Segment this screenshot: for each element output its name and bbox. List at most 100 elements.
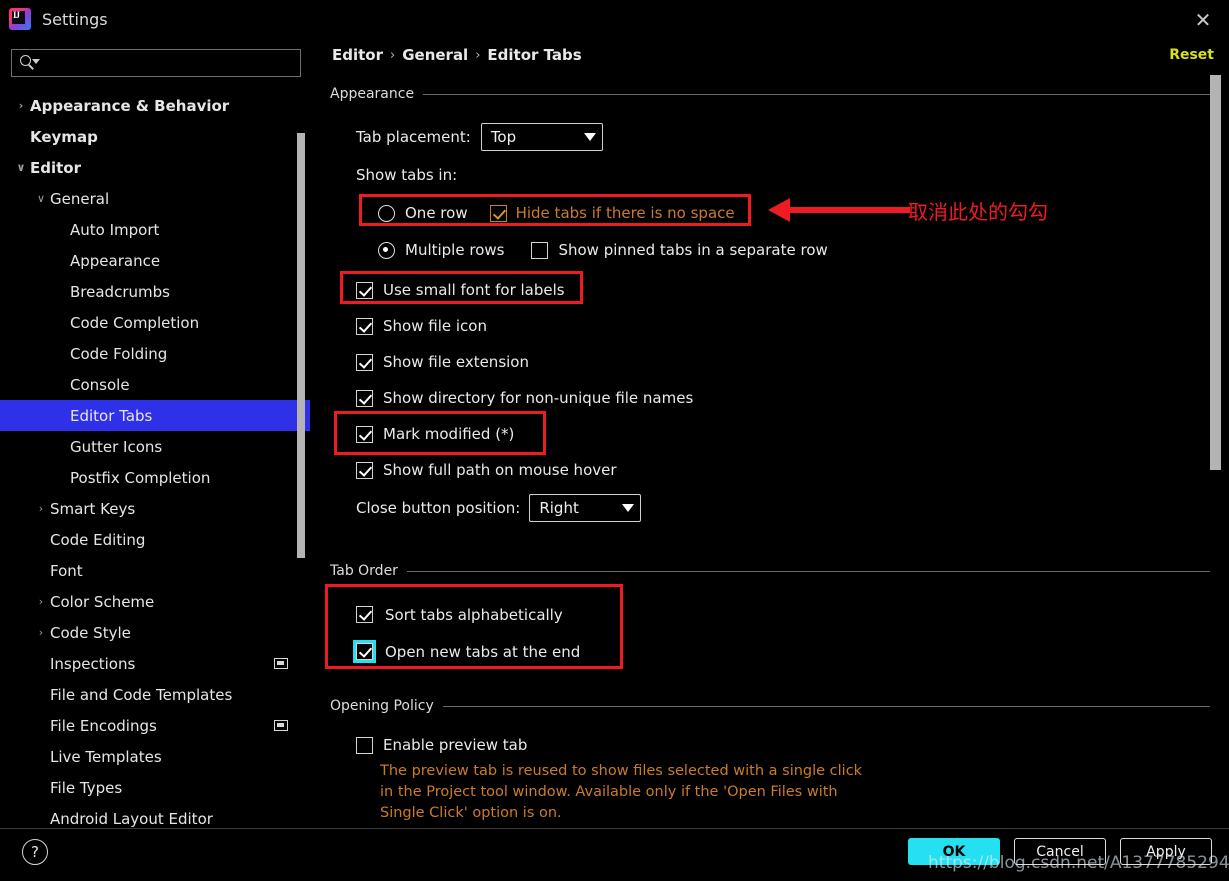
tab-placement-select[interactable]: Top bbox=[480, 123, 603, 151]
sidebar-item-label: Keymap bbox=[30, 127, 98, 146]
show-full-path-on-mouse-hover-checkbox[interactable] bbox=[356, 461, 373, 479]
group-divider bbox=[406, 570, 1210, 572]
sidebar-item-label: Postfix Completion bbox=[70, 468, 211, 487]
tab-order-group-title: Tab Order bbox=[330, 563, 398, 579]
appearance-group-header: Appearance bbox=[330, 86, 1210, 102]
sidebar-item-android-layout-editor[interactable]: Android Layout Editor bbox=[0, 803, 310, 828]
chevron-down-icon[interactable]: ∨ bbox=[12, 161, 30, 174]
window-title: Settings bbox=[42, 9, 108, 29]
sidebar-item-appearance-behavior[interactable]: › Appearance & Behavior bbox=[0, 90, 310, 121]
sidebar-item-code-editing[interactable]: Code Editing bbox=[0, 524, 310, 555]
close-button-position-select[interactable]: Right bbox=[529, 494, 642, 522]
sidebar-item-color-scheme[interactable]: › Color Scheme bbox=[0, 586, 310, 617]
sidebar-item-smart-keys[interactable]: › Smart Keys bbox=[0, 493, 310, 524]
chevron-down-icon bbox=[622, 504, 635, 512]
chevron-right-icon[interactable]: › bbox=[12, 99, 30, 112]
sidebar-item-editor-tabs[interactable]: Editor Tabs bbox=[0, 400, 310, 431]
tab-placement-label: Tab placement: bbox=[356, 128, 471, 146]
sort-tabs-alphabetically-checkbox[interactable] bbox=[356, 606, 373, 623]
enable-preview-tab-label: Enable preview tab bbox=[383, 736, 528, 754]
breadcrumb-item-editor[interactable]: Editor bbox=[332, 46, 383, 64]
sidebar-item-file-encodings[interactable]: File Encodings bbox=[0, 710, 310, 741]
sidebar-item-appearance[interactable]: Appearance bbox=[0, 245, 310, 276]
one-row-radio[interactable] bbox=[378, 204, 395, 222]
hint-line: in the Project tool window. Available on… bbox=[380, 784, 838, 800]
mark-modified-checkbox[interactable] bbox=[356, 425, 373, 443]
sidebar-item-label: Android Layout Editor bbox=[50, 809, 213, 828]
sidebar-item-label: Console bbox=[70, 375, 130, 394]
group-divider bbox=[442, 705, 1210, 707]
sidebar-item-label: Live Templates bbox=[50, 747, 162, 766]
breadcrumb-item-general[interactable]: General bbox=[402, 46, 468, 64]
show-file-extension-checkbox[interactable] bbox=[356, 353, 373, 371]
sidebar-item-keymap[interactable]: Keymap bbox=[0, 121, 310, 152]
apply-button[interactable]: Apply bbox=[1120, 838, 1212, 865]
sidebar-item-console[interactable]: Console bbox=[0, 369, 310, 400]
show-full-path-on-mouse-hover-row: Show full path on mouse hover bbox=[356, 452, 693, 488]
cancel-button[interactable]: Cancel bbox=[1014, 838, 1106, 865]
chevron-down-icon[interactable]: ∨ bbox=[32, 192, 50, 205]
sidebar-item-editor[interactable]: ∨ Editor bbox=[0, 152, 310, 183]
sidebar-item-label: Smart Keys bbox=[50, 499, 136, 518]
show-file-icon-checkbox[interactable] bbox=[356, 317, 373, 335]
appearance-group-title: Appearance bbox=[330, 86, 415, 102]
sidebar-item-font[interactable]: Font bbox=[0, 555, 310, 586]
sidebar-item-inspections[interactable]: Inspections bbox=[0, 648, 310, 679]
ok-button[interactable]: OK bbox=[908, 838, 1000, 865]
show-directory-for-non-unique-file-names-checkbox[interactable] bbox=[356, 389, 373, 407]
sidebar-item-label: Color Scheme bbox=[50, 592, 155, 611]
sidebar-item-live-templates[interactable]: Live Templates bbox=[0, 741, 310, 772]
title-bar: IJ Settings ✕ bbox=[0, 0, 1229, 38]
tab-order-group: Tab Order bbox=[330, 563, 1210, 579]
search-input[interactable] bbox=[42, 55, 300, 71]
sidebar-item-label: Code Folding bbox=[70, 344, 168, 363]
sidebar-item-gutter-icons[interactable]: Gutter Icons bbox=[0, 431, 310, 462]
sidebar-item-label: File Encodings bbox=[50, 716, 157, 735]
sidebar-item-label: Code Completion bbox=[70, 313, 200, 332]
appearance-checkbox-list: Use small font for labels Show file icon S… bbox=[356, 272, 693, 488]
opening-policy-group: Opening Policy bbox=[330, 698, 1210, 714]
show-full-path-on-mouse-hover-label: Show full path on mouse hover bbox=[383, 461, 617, 479]
chevron-right-icon[interactable]: › bbox=[32, 595, 50, 608]
chevron-down-icon bbox=[583, 133, 596, 141]
search-box[interactable] bbox=[11, 49, 301, 77]
sidebar-item-file-types[interactable]: File Types bbox=[0, 772, 310, 803]
mark-modified-row: Mark modified (*) bbox=[356, 416, 693, 452]
hint-line: The preview tab is reused to show files … bbox=[380, 763, 863, 779]
search-icon bbox=[20, 55, 40, 71]
sidebar-item-label: File and Code Templates bbox=[50, 685, 233, 704]
open-new-tabs-at-the-end-checkbox[interactable] bbox=[353, 640, 376, 663]
enable-preview-tab-checkbox[interactable] bbox=[356, 736, 373, 754]
sidebar-item-code-folding[interactable]: Code Folding bbox=[0, 338, 310, 369]
hide-tabs-checkbox[interactable] bbox=[489, 204, 507, 222]
chevron-right-icon[interactable]: › bbox=[32, 502, 50, 515]
close-icon[interactable]: ✕ bbox=[1191, 8, 1215, 32]
use-small-font-for-labels-checkbox[interactable] bbox=[356, 281, 373, 299]
group-divider bbox=[423, 93, 1210, 95]
content-scrollbar-thumb[interactable] bbox=[1210, 75, 1221, 470]
one-row-label: One row bbox=[405, 204, 468, 222]
sidebar-item-label: Appearance & Behavior bbox=[30, 96, 230, 115]
breadcrumb-item-editor-tabs[interactable]: Editor Tabs bbox=[487, 46, 581, 64]
multiple-rows-radio[interactable] bbox=[378, 241, 395, 259]
help-icon[interactable]: ? bbox=[22, 839, 48, 865]
show-pinned-tabs-checkbox[interactable] bbox=[531, 241, 549, 259]
show-tabs-in-label: Show tabs in: bbox=[356, 166, 458, 184]
sidebar-item-code-style[interactable]: › Code Style bbox=[0, 617, 310, 648]
sidebar-item-code-completion[interactable]: Code Completion bbox=[0, 307, 310, 338]
chevron-right-icon[interactable]: › bbox=[32, 626, 50, 639]
sort-tabs-alphabetically-label: Sort tabs alphabetically bbox=[385, 605, 563, 624]
multiple-rows-label: Multiple rows bbox=[405, 241, 505, 259]
sidebar-item-file-and-code-templates[interactable]: File and Code Templates bbox=[0, 679, 310, 710]
sidebar-item-label: Inspections bbox=[50, 654, 136, 673]
sidebar-item-breadcrumbs[interactable]: Breadcrumbs bbox=[0, 276, 310, 307]
close-button-position-value: Right bbox=[539, 499, 579, 517]
sidebar-item-postfix-completion[interactable]: Postfix Completion bbox=[0, 462, 310, 493]
sidebar-scrollbar-thumb[interactable] bbox=[297, 133, 305, 558]
reset-link[interactable]: Reset bbox=[1169, 47, 1214, 63]
sidebar-item-auto-import[interactable]: Auto Import bbox=[0, 214, 310, 245]
opening-policy-group-title: Opening Policy bbox=[330, 698, 434, 714]
sidebar-item-general[interactable]: ∨ General bbox=[0, 183, 310, 214]
preview-tab-hint: The preview tab is reused to show files … bbox=[380, 761, 862, 824]
mark-modified-label: Mark modified (*) bbox=[383, 425, 515, 443]
